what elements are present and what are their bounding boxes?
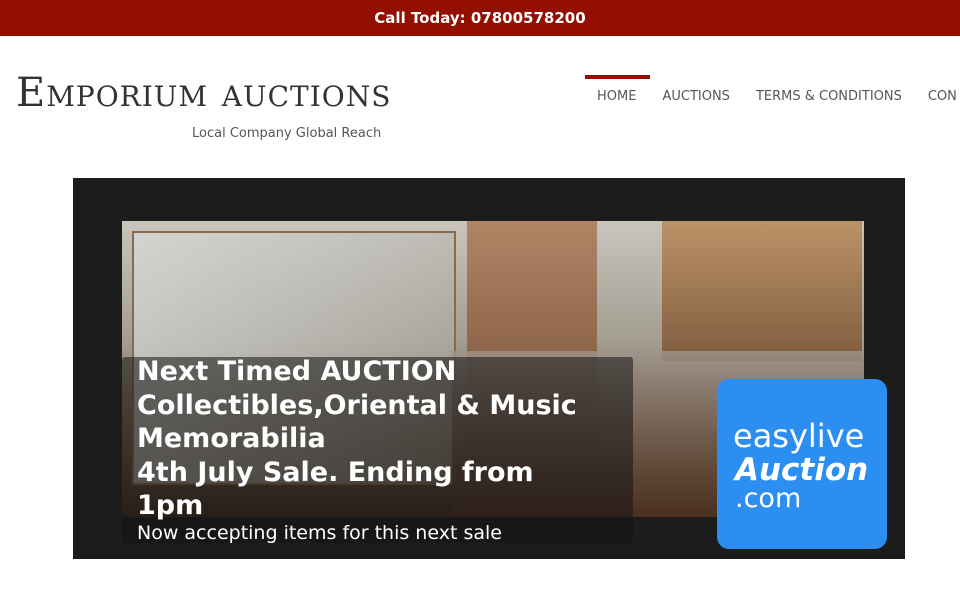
site-tagline: Local Company Global Reach [192, 126, 382, 141]
slide-subtitle: Now accepting items for this next sale [137, 522, 502, 544]
slide-title-line: Collectibles,Oriental & Music Memorabili… [137, 389, 577, 455]
slide-title-line: 4th July Sale. Ending from 1pm [137, 456, 534, 522]
nav-item-home[interactable]: HOME [585, 75, 651, 115]
site-logo[interactable]: Emporium auctions [16, 70, 486, 116]
badge-line: easylive [733, 417, 865, 455]
display-cabinet-right [662, 221, 862, 361]
nav-item-terms[interactable]: TERMS & CONDITIONS [744, 75, 916, 115]
nav-item-auctions[interactable]: AUCTIONS [650, 75, 743, 115]
call-banner: Call Today: 07800578200 [0, 0, 960, 36]
nav-item-contact[interactable]: CON [916, 75, 960, 115]
easylive-auction-badge[interactable]: easylive Auction .com [717, 379, 887, 549]
badge-line: .com [735, 483, 802, 514]
slide-title-line: Next Timed AUCTION [137, 356, 457, 387]
call-text[interactable]: Call Today: 07800578200 [374, 9, 585, 27]
main-nav: HOME AUCTIONS TERMS & CONDITIONS CON [585, 75, 960, 115]
slide-title[interactable]: Next Timed AUCTION Collectibles,Oriental… [137, 355, 577, 523]
